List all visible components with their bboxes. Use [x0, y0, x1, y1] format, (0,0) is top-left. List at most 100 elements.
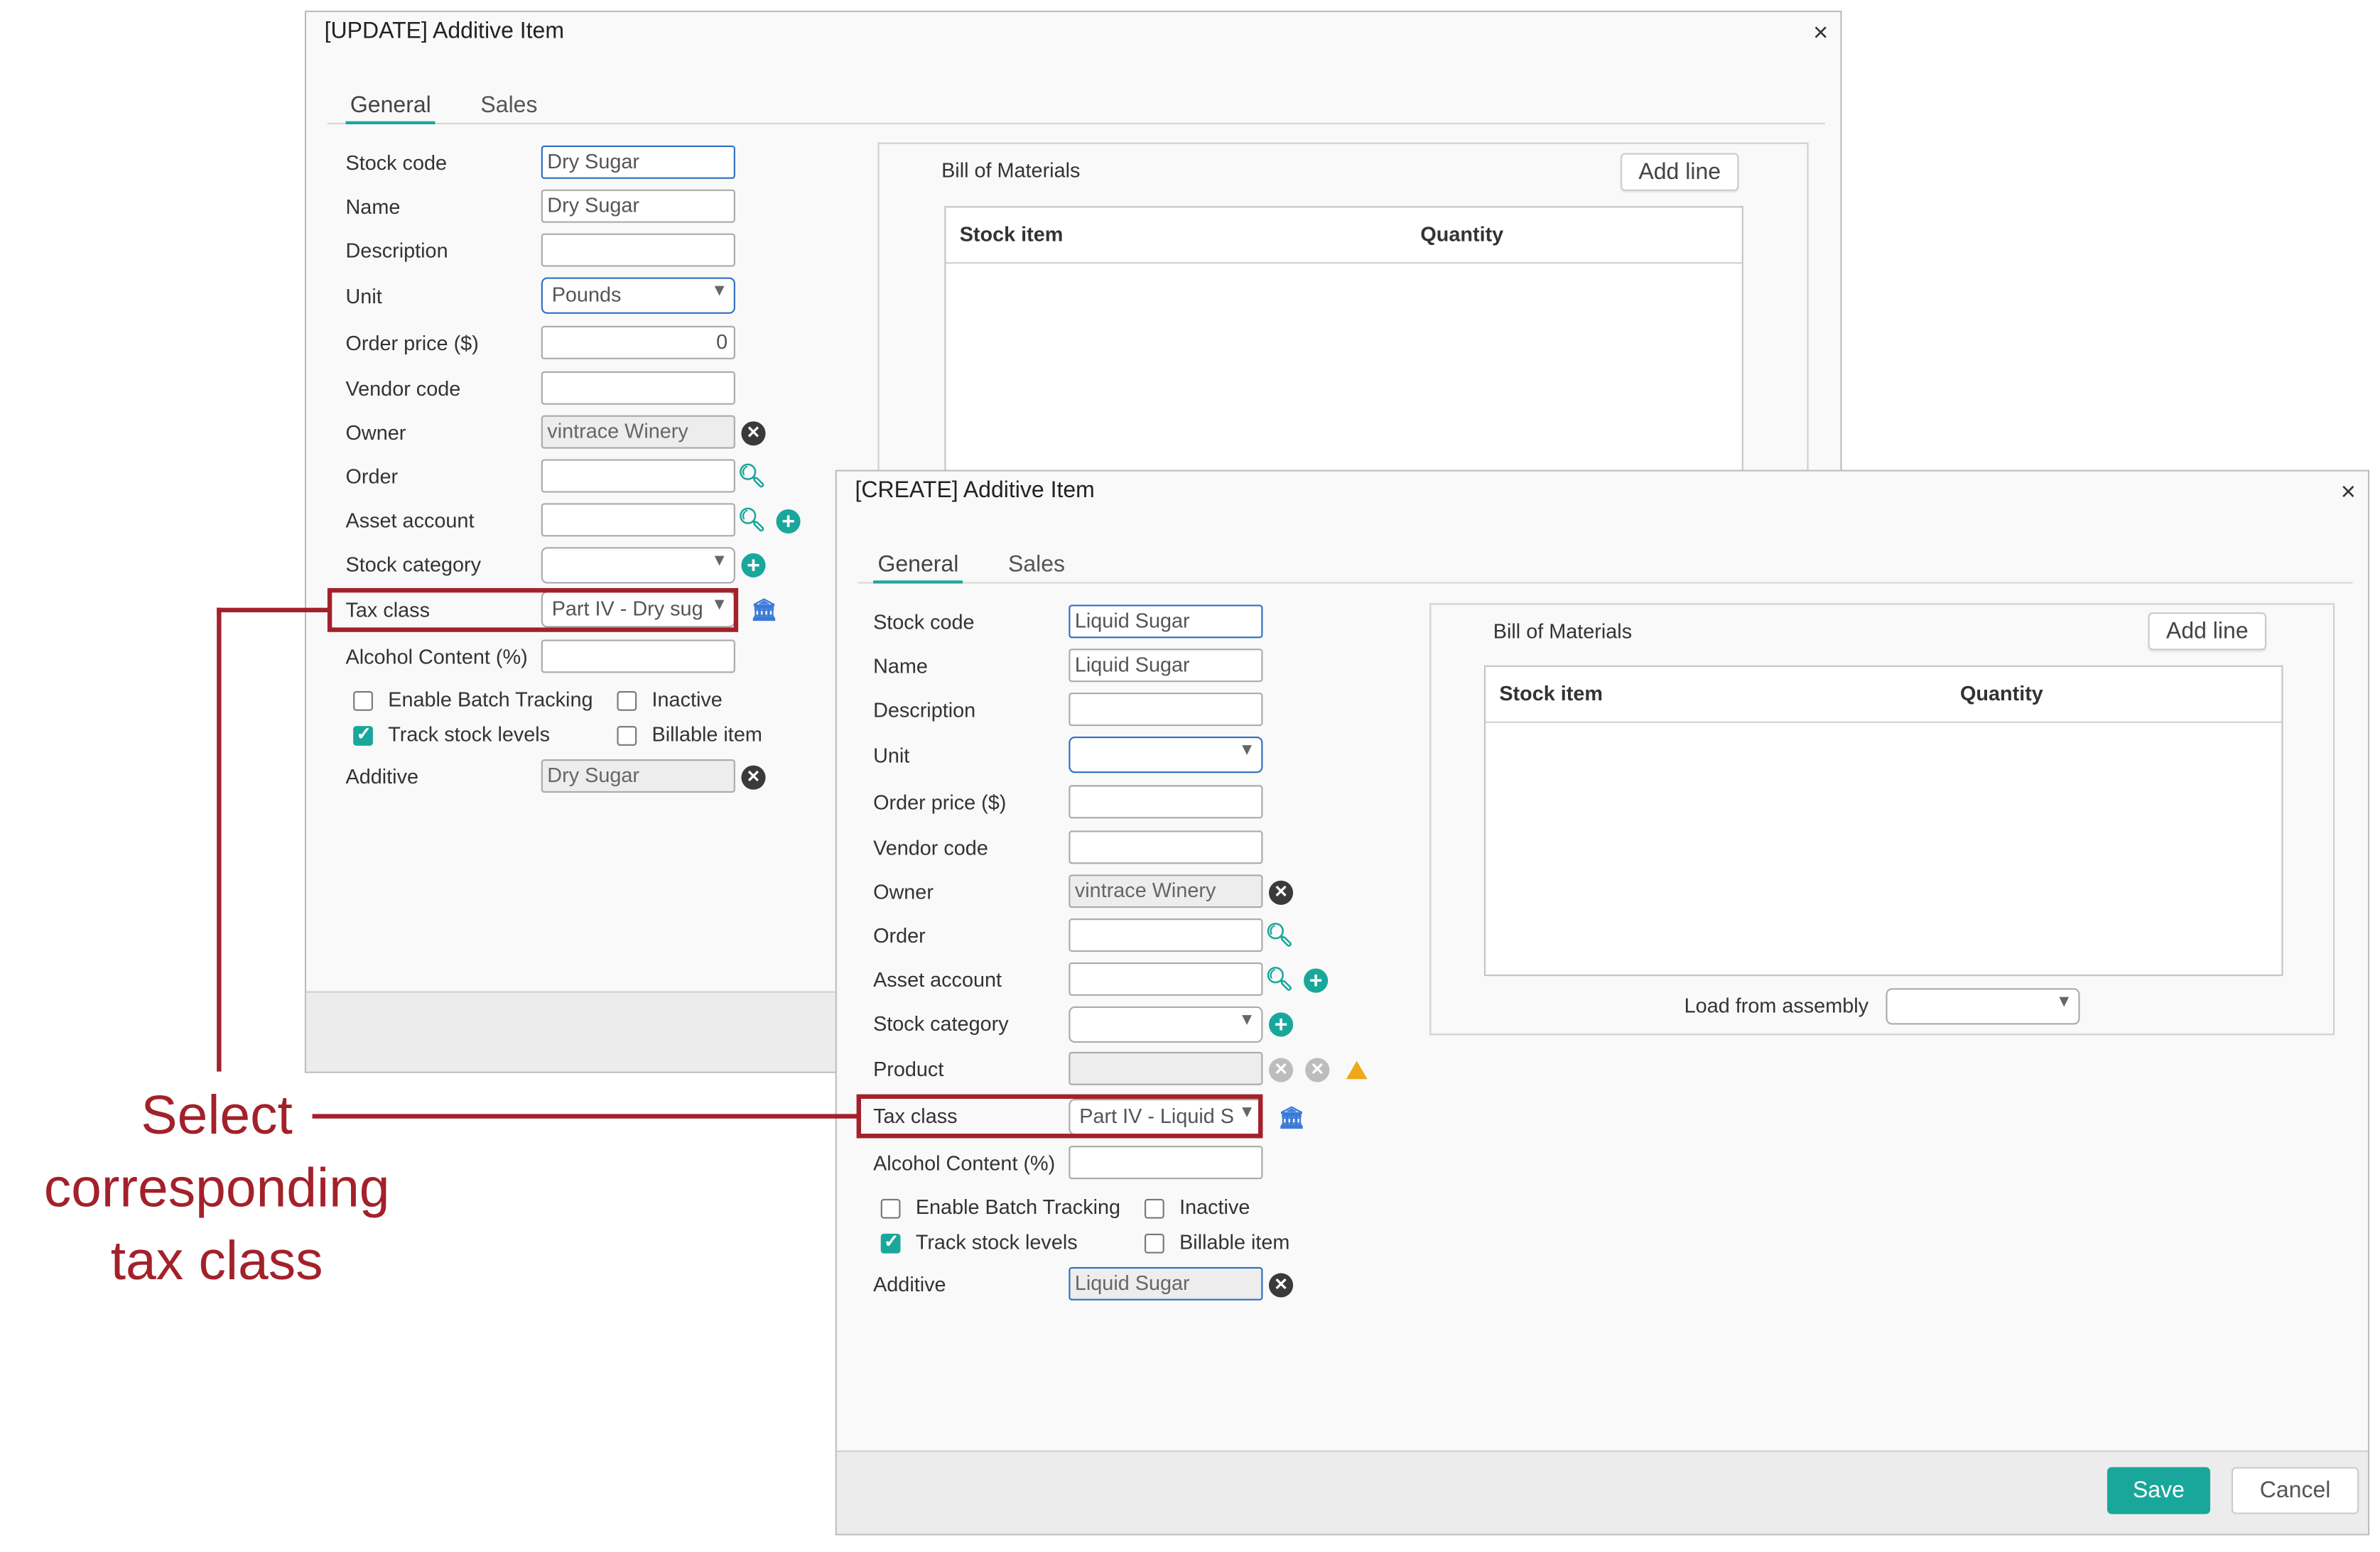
add-line-button[interactable]: Add line	[2148, 612, 2267, 651]
search-icon[interactable]: 🔍︎	[1265, 923, 1294, 947]
owner-label: Owner	[873, 880, 934, 903]
name-input[interactable]: Dry Sugar	[541, 189, 735, 223]
plus-circle-icon[interactable]: +	[1304, 968, 1329, 993]
load-from-assembly-label: Load from assembly	[1684, 994, 1869, 1017]
asset-account-label: Asset account	[345, 509, 475, 532]
order-input[interactable]	[541, 459, 735, 493]
cancel-button[interactable]: Cancel	[2231, 1467, 2359, 1514]
search-icon[interactable]: 🔍︎	[737, 508, 767, 532]
close-icon[interactable]: ×	[2341, 477, 2356, 508]
description-label: Description	[873, 698, 976, 722]
vendor-code-input[interactable]	[1069, 830, 1263, 864]
plus-circle-icon[interactable]: +	[776, 509, 801, 534]
save-button[interactable]: Save	[2106, 1467, 2211, 1514]
clear-product-icon[interactable]: ✕	[1268, 1058, 1294, 1082]
unit-select[interactable]: Pounds ▼	[541, 277, 735, 314]
stock-code-label: Stock code	[345, 151, 448, 175]
add-line-button[interactable]: Add line	[1621, 153, 1739, 191]
clear-owner-icon[interactable]: ✕	[741, 421, 766, 446]
bom-table: Stock item Quantity	[1483, 665, 2283, 977]
name-label: Name	[345, 195, 401, 219]
search-icon[interactable]: 🔍︎	[737, 464, 767, 488]
chevron-down-icon: ▼	[2055, 992, 2072, 1011]
enable-batch-tracking-checkbox[interactable]	[880, 1198, 901, 1219]
clear-product-alt-icon[interactable]: ✕	[1305, 1058, 1330, 1082]
column-quantity[interactable]: Quantity	[1960, 682, 2043, 705]
tab-general[interactable]: General	[345, 92, 436, 124]
warning-triangle-icon	[1346, 1060, 1368, 1080]
tab-sales[interactable]: Sales	[480, 92, 537, 118]
order-label: Order	[345, 465, 399, 489]
order-price-input[interactable]: 0	[541, 325, 735, 359]
description-input[interactable]	[541, 233, 735, 267]
vendor-code-label: Vendor code	[345, 377, 461, 401]
bom-table-header: Stock item Quantity	[1486, 667, 2282, 723]
stock-category-select[interactable]: ▼	[541, 547, 735, 584]
inactive-checkbox[interactable]	[617, 691, 637, 711]
bank-icon[interactable]: 🏛︎	[750, 597, 777, 622]
clear-additive-icon[interactable]: ✕	[741, 765, 766, 790]
stock-code-input[interactable]: Dry Sugar	[541, 145, 735, 179]
bill-of-materials-panel: Bill of Materials Add line Stock item Qu…	[877, 142, 1809, 509]
unit-select[interactable]: ▼	[1069, 737, 1263, 774]
unit-value: Pounds	[551, 283, 622, 307]
stock-category-label: Stock category	[345, 553, 482, 576]
billable-item-label: Billable item	[651, 722, 762, 746]
name-input[interactable]: Liquid Sugar	[1069, 649, 1263, 683]
bom-table-header: Stock item Quantity	[946, 207, 1742, 264]
asset-account-label: Asset account	[873, 968, 1002, 992]
alcohol-content-input[interactable]	[1069, 1146, 1263, 1180]
load-from-assembly-select[interactable]: ▼	[1886, 988, 2080, 1025]
inactive-checkbox[interactable]	[1145, 1198, 1164, 1219]
product-input	[1069, 1051, 1263, 1085]
alcohol-content-label: Alcohol Content (%)	[873, 1151, 1056, 1175]
plus-circle-icon[interactable]: +	[1268, 1012, 1294, 1037]
tax-class-highlight-create	[856, 1094, 1263, 1139]
clear-owner-icon[interactable]: ✕	[1268, 880, 1294, 905]
order-input[interactable]	[1069, 918, 1263, 953]
search-icon[interactable]: 🔍︎	[1265, 967, 1294, 991]
enable-batch-tracking-checkbox[interactable]	[353, 691, 373, 711]
stock-code-input[interactable]: Liquid Sugar	[1069, 604, 1263, 639]
bank-icon[interactable]: 🏛︎	[1278, 1105, 1305, 1129]
asset-account-input[interactable]	[1069, 962, 1263, 996]
plus-circle-icon[interactable]: +	[741, 553, 766, 577]
column-stock-item[interactable]: Stock item	[1499, 682, 1603, 705]
additive-input: Dry Sugar	[541, 759, 735, 793]
billable-item-checkbox[interactable]	[617, 726, 637, 746]
annotation-line-3: tax class	[110, 1229, 323, 1291]
close-icon[interactable]: ×	[1813, 18, 1828, 49]
owner-input: vintrace Winery	[541, 415, 735, 449]
order-price-input[interactable]	[1069, 785, 1263, 819]
asset-account-input[interactable]	[541, 503, 735, 537]
annotation-connector-vertical	[217, 607, 222, 1072]
track-stock-levels-label: Track stock levels	[915, 1230, 1078, 1254]
track-stock-levels-checkbox[interactable]	[880, 1231, 901, 1254]
description-label: Description	[345, 239, 448, 263]
column-quantity[interactable]: Quantity	[1420, 223, 1503, 246]
order-price-label: Order price ($)	[873, 791, 1007, 814]
tab-general[interactable]: General	[873, 552, 963, 584]
stock-category-select[interactable]: ▼	[1069, 1006, 1263, 1043]
chevron-down-icon: ▼	[710, 551, 728, 570]
track-stock-levels-checkbox[interactable]	[353, 723, 373, 746]
alcohol-content-input[interactable]	[541, 639, 735, 673]
alcohol-content-label: Alcohol Content (%)	[345, 645, 528, 669]
billable-item-label: Billable item	[1179, 1230, 1290, 1254]
order-label: Order	[873, 924, 926, 948]
update-tabs: General Sales	[327, 83, 1826, 124]
unit-label: Unit	[345, 285, 382, 308]
order-price-label: Order price ($)	[345, 332, 479, 355]
additive-input: Liquid Sugar	[1069, 1266, 1263, 1301]
chevron-down-icon: ▼	[710, 281, 728, 300]
annotation-line-1: Select	[141, 1083, 293, 1146]
name-label: Name	[873, 654, 928, 678]
vendor-code-input[interactable]	[541, 371, 735, 405]
column-stock-item[interactable]: Stock item	[960, 223, 1064, 246]
tab-sales[interactable]: Sales	[1008, 552, 1065, 577]
billable-item-checkbox[interactable]	[1145, 1233, 1164, 1254]
description-input[interactable]	[1069, 693, 1263, 727]
clear-additive-icon[interactable]: ✕	[1268, 1273, 1294, 1298]
chevron-down-icon: ▼	[1238, 1011, 1255, 1029]
bom-title: Bill of Materials	[1493, 619, 1633, 643]
